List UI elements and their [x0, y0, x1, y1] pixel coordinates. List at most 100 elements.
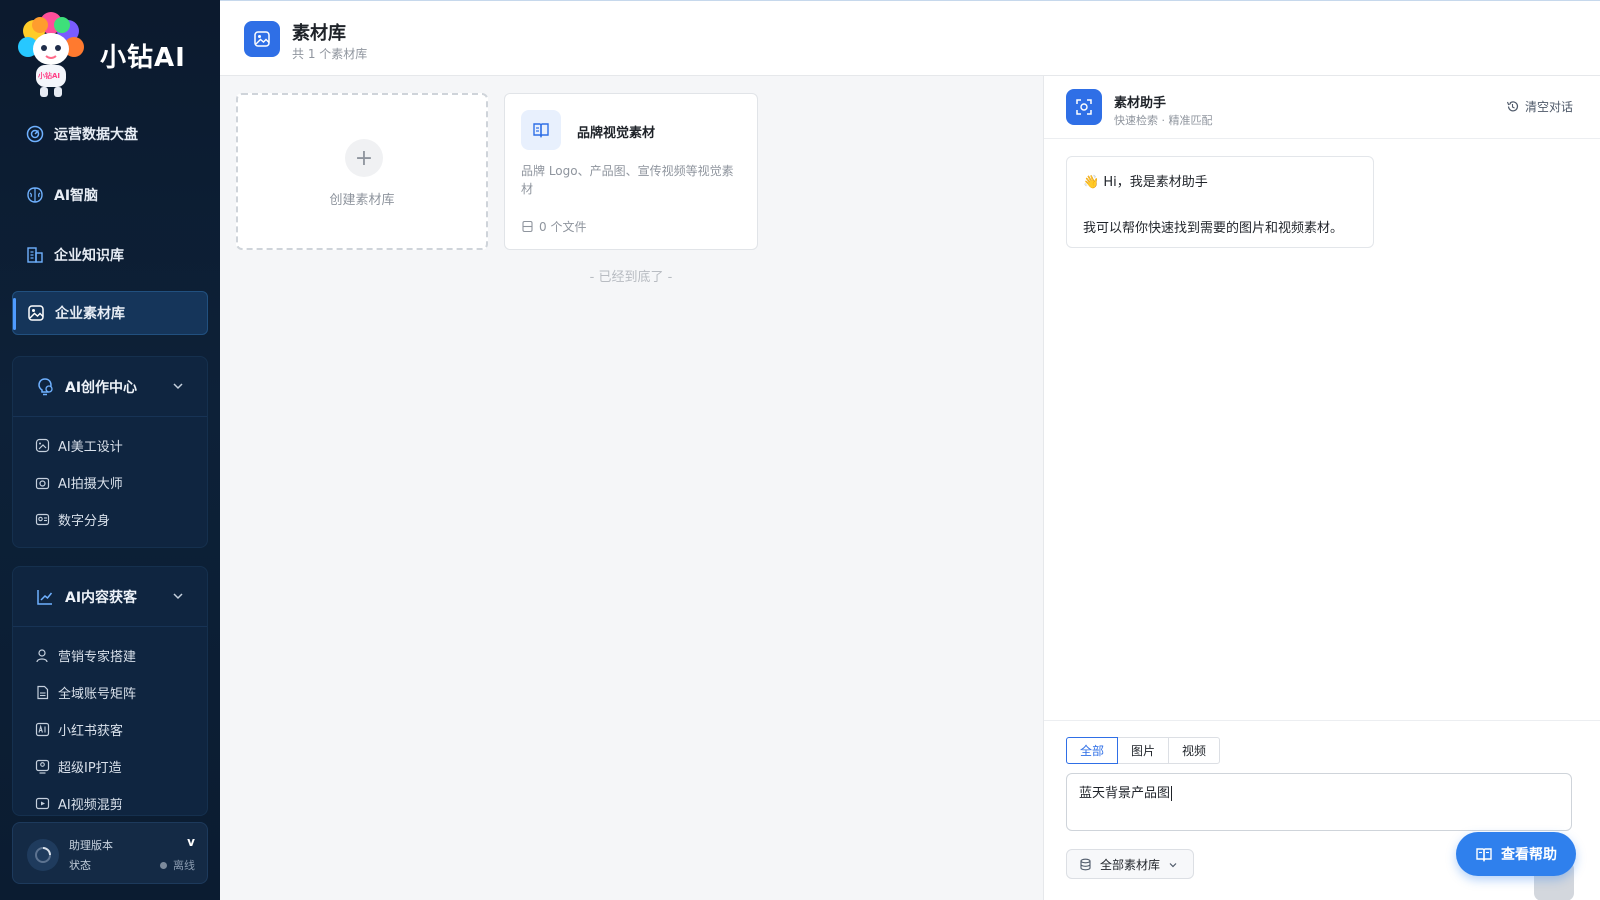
- group-ai-content: AI内容获客 营销专家搭建 全域账号矩阵 小红书获客 超级IP打造 AI视频混剪: [12, 566, 208, 816]
- database-icon: [1079, 858, 1092, 871]
- intro-text: 我可以帮你快速找到需要的图片和视频素材。: [1083, 221, 1344, 236]
- file-count-text: 0 个文件: [539, 220, 587, 234]
- group-header-ai-content[interactable]: AI内容获客: [13, 567, 207, 627]
- book-open-icon: [1475, 845, 1493, 863]
- image-icon: [244, 21, 280, 57]
- tab-videos[interactable]: 视频: [1168, 737, 1220, 764]
- building-icon: [26, 246, 44, 264]
- chevron-down-icon[interactable]: [171, 379, 185, 393]
- bulb-icon: [35, 377, 55, 397]
- sub-item-label: 数字分身: [58, 514, 111, 529]
- sub-item-label: AI拍摄大师: [58, 477, 123, 492]
- version-status-label: 状态: [69, 859, 91, 872]
- brand[interactable]: 小钻AI 小钻AI: [16, 10, 206, 100]
- camera-icon: [35, 475, 50, 490]
- chart-icon: [35, 587, 55, 607]
- book-open-icon: [521, 110, 561, 150]
- assistant-title: 素材助手: [1114, 96, 1167, 111]
- brand-name: 小钻AI: [100, 42, 186, 73]
- sub-item-ai-photo[interactable]: AI拍摄大师: [13, 464, 207, 501]
- chevron-down-icon[interactable]: [171, 589, 185, 603]
- sub-item-ai-design[interactable]: AI美工设计: [13, 427, 207, 464]
- tab-all[interactable]: 全部: [1066, 737, 1118, 764]
- chevron-down-icon: [1168, 859, 1178, 869]
- sub-item-label: 营销专家搭建: [58, 650, 137, 665]
- assistant-subtitle: 快速检索 · 精准匹配: [1114, 114, 1213, 127]
- library-file-count: 0 个文件: [521, 218, 586, 235]
- loading-spinner-icon: [27, 839, 59, 871]
- create-library-card[interactable]: + 创建素材库: [236, 93, 488, 250]
- sub-item-label: 超级IP打造: [58, 761, 122, 776]
- filter-tabs: 全部 图片 视频: [1066, 737, 1220, 764]
- page-title: 素材库: [292, 23, 346, 44]
- id-card-icon: [35, 512, 50, 527]
- wave-icon: 👋: [1083, 175, 1100, 190]
- sidebar: 小钻AI 小钻AI 运营数据大盘 AI智脑 企业知识库 企业素材库 AI创作中心…: [0, 0, 220, 900]
- version-title: 助理版本: [69, 839, 113, 852]
- status-dot-icon: [160, 861, 167, 869]
- page-header: 素材库 共 1 个素材库: [220, 0, 1600, 76]
- version-letter: v: [187, 835, 195, 849]
- profile-screen-icon: [35, 759, 50, 774]
- sub-item-label: 小红书获客: [58, 724, 124, 739]
- nav-item-material-library[interactable]: 企业素材库: [12, 291, 208, 335]
- search-input[interactable]: 蓝天背景产品图: [1066, 773, 1572, 831]
- nav-label: 企业素材库: [55, 306, 125, 322]
- palette-icon: [35, 438, 50, 453]
- group-title: AI创作中心: [65, 379, 138, 396]
- plus-icon: +: [345, 139, 383, 177]
- library-grid: + 创建素材库 品牌视觉素材 品牌 Logo、产品图、宣传视频等视觉素材 0 个…: [220, 76, 1043, 900]
- help-button-label: 查看帮助: [1501, 847, 1557, 863]
- greeting-text: Hi，我是素材助手: [1103, 175, 1208, 190]
- document-icon: [35, 685, 50, 700]
- library-card[interactable]: 品牌视觉素材 品牌 Logo、产品图、宣传视频等视觉素材 0 个文件: [504, 93, 758, 250]
- nav-label: AI智脑: [54, 188, 99, 204]
- tab-images[interactable]: 图片: [1117, 737, 1169, 764]
- assistant-header: 素材助手 快速检索 · 精准匹配 清空对话: [1044, 76, 1600, 139]
- scan-icon: [1066, 89, 1102, 125]
- sub-item-account-matrix[interactable]: 全域账号矩阵: [13, 674, 207, 711]
- create-library-label: 创建素材库: [329, 193, 395, 208]
- sub-item-label: AI视频混剪: [58, 798, 123, 813]
- logo-badge: 小钻AI: [38, 72, 61, 80]
- sub-item-label: 全域账号矩阵: [58, 687, 137, 702]
- library-select[interactable]: 全部素材库: [1066, 849, 1194, 879]
- brain-icon: [26, 186, 44, 204]
- search-input-value: 蓝天背景产品图: [1079, 786, 1171, 801]
- sub-item-super-ip[interactable]: 超级IP打造: [13, 748, 207, 785]
- mascot-logo: 小钻AI: [16, 11, 86, 99]
- library-title: 品牌视觉素材: [577, 126, 656, 141]
- sub-item-label: AI美工设计: [58, 440, 123, 455]
- assistant-message: 👋 Hi，我是素材助手 我可以帮你快速找到需要的图片和视频素材。: [1066, 156, 1374, 248]
- library-select-value: 全部素材库: [1100, 857, 1161, 872]
- status-badge: 离线: [160, 857, 195, 873]
- nav-item-ai-brain[interactable]: AI智脑: [12, 173, 208, 217]
- history-icon: [1506, 100, 1519, 113]
- nav-label: 运营数据大盘: [54, 127, 138, 143]
- status-value: 离线: [173, 859, 195, 872]
- help-button[interactable]: 查看帮助: [1456, 832, 1576, 876]
- group-ai-creation: AI创作中心 AI美工设计 AI拍摄大师 数字分身: [12, 356, 208, 548]
- sub-item-video-remix[interactable]: AI视频混剪: [13, 785, 207, 822]
- page-subtitle: 共 1 个素材库: [292, 47, 368, 61]
- clear-chat-button[interactable]: 清空对话: [1506, 98, 1573, 115]
- clear-chat-label: 清空对话: [1524, 100, 1573, 114]
- library-description: 品牌 Logo、产品图、宣传视频等视觉素材: [521, 164, 734, 196]
- sub-item-marketing-expert[interactable]: 营销专家搭建: [13, 637, 207, 674]
- video-icon: [35, 796, 50, 811]
- assistant-version-card[interactable]: 助理版本 状态 v 离线: [12, 822, 208, 884]
- sub-item-xiaohongshu[interactable]: 小红书获客: [13, 711, 207, 748]
- ai-badge-icon: [35, 722, 50, 737]
- text-caret: [1171, 786, 1173, 801]
- greeting-line: 👋 Hi，我是素材助手: [1083, 171, 1208, 190]
- assistant-panel: 素材助手 快速检索 · 精准匹配 清空对话 👋 Hi，我是素材助手 我可以帮你快…: [1043, 76, 1600, 900]
- dashboard-icon: [26, 125, 44, 143]
- end-of-list-text: - 已经到底了 -: [589, 270, 673, 285]
- group-title: AI内容获客: [65, 589, 138, 606]
- user-icon: [35, 648, 50, 663]
- database-icon: [521, 220, 534, 233]
- sub-item-digital-avatar[interactable]: 数字分身: [13, 501, 207, 538]
- group-header-ai-creation[interactable]: AI创作中心: [13, 357, 207, 417]
- nav-item-dashboard[interactable]: 运营数据大盘: [12, 112, 208, 156]
- nav-item-knowledge-base[interactable]: 企业知识库: [12, 233, 208, 277]
